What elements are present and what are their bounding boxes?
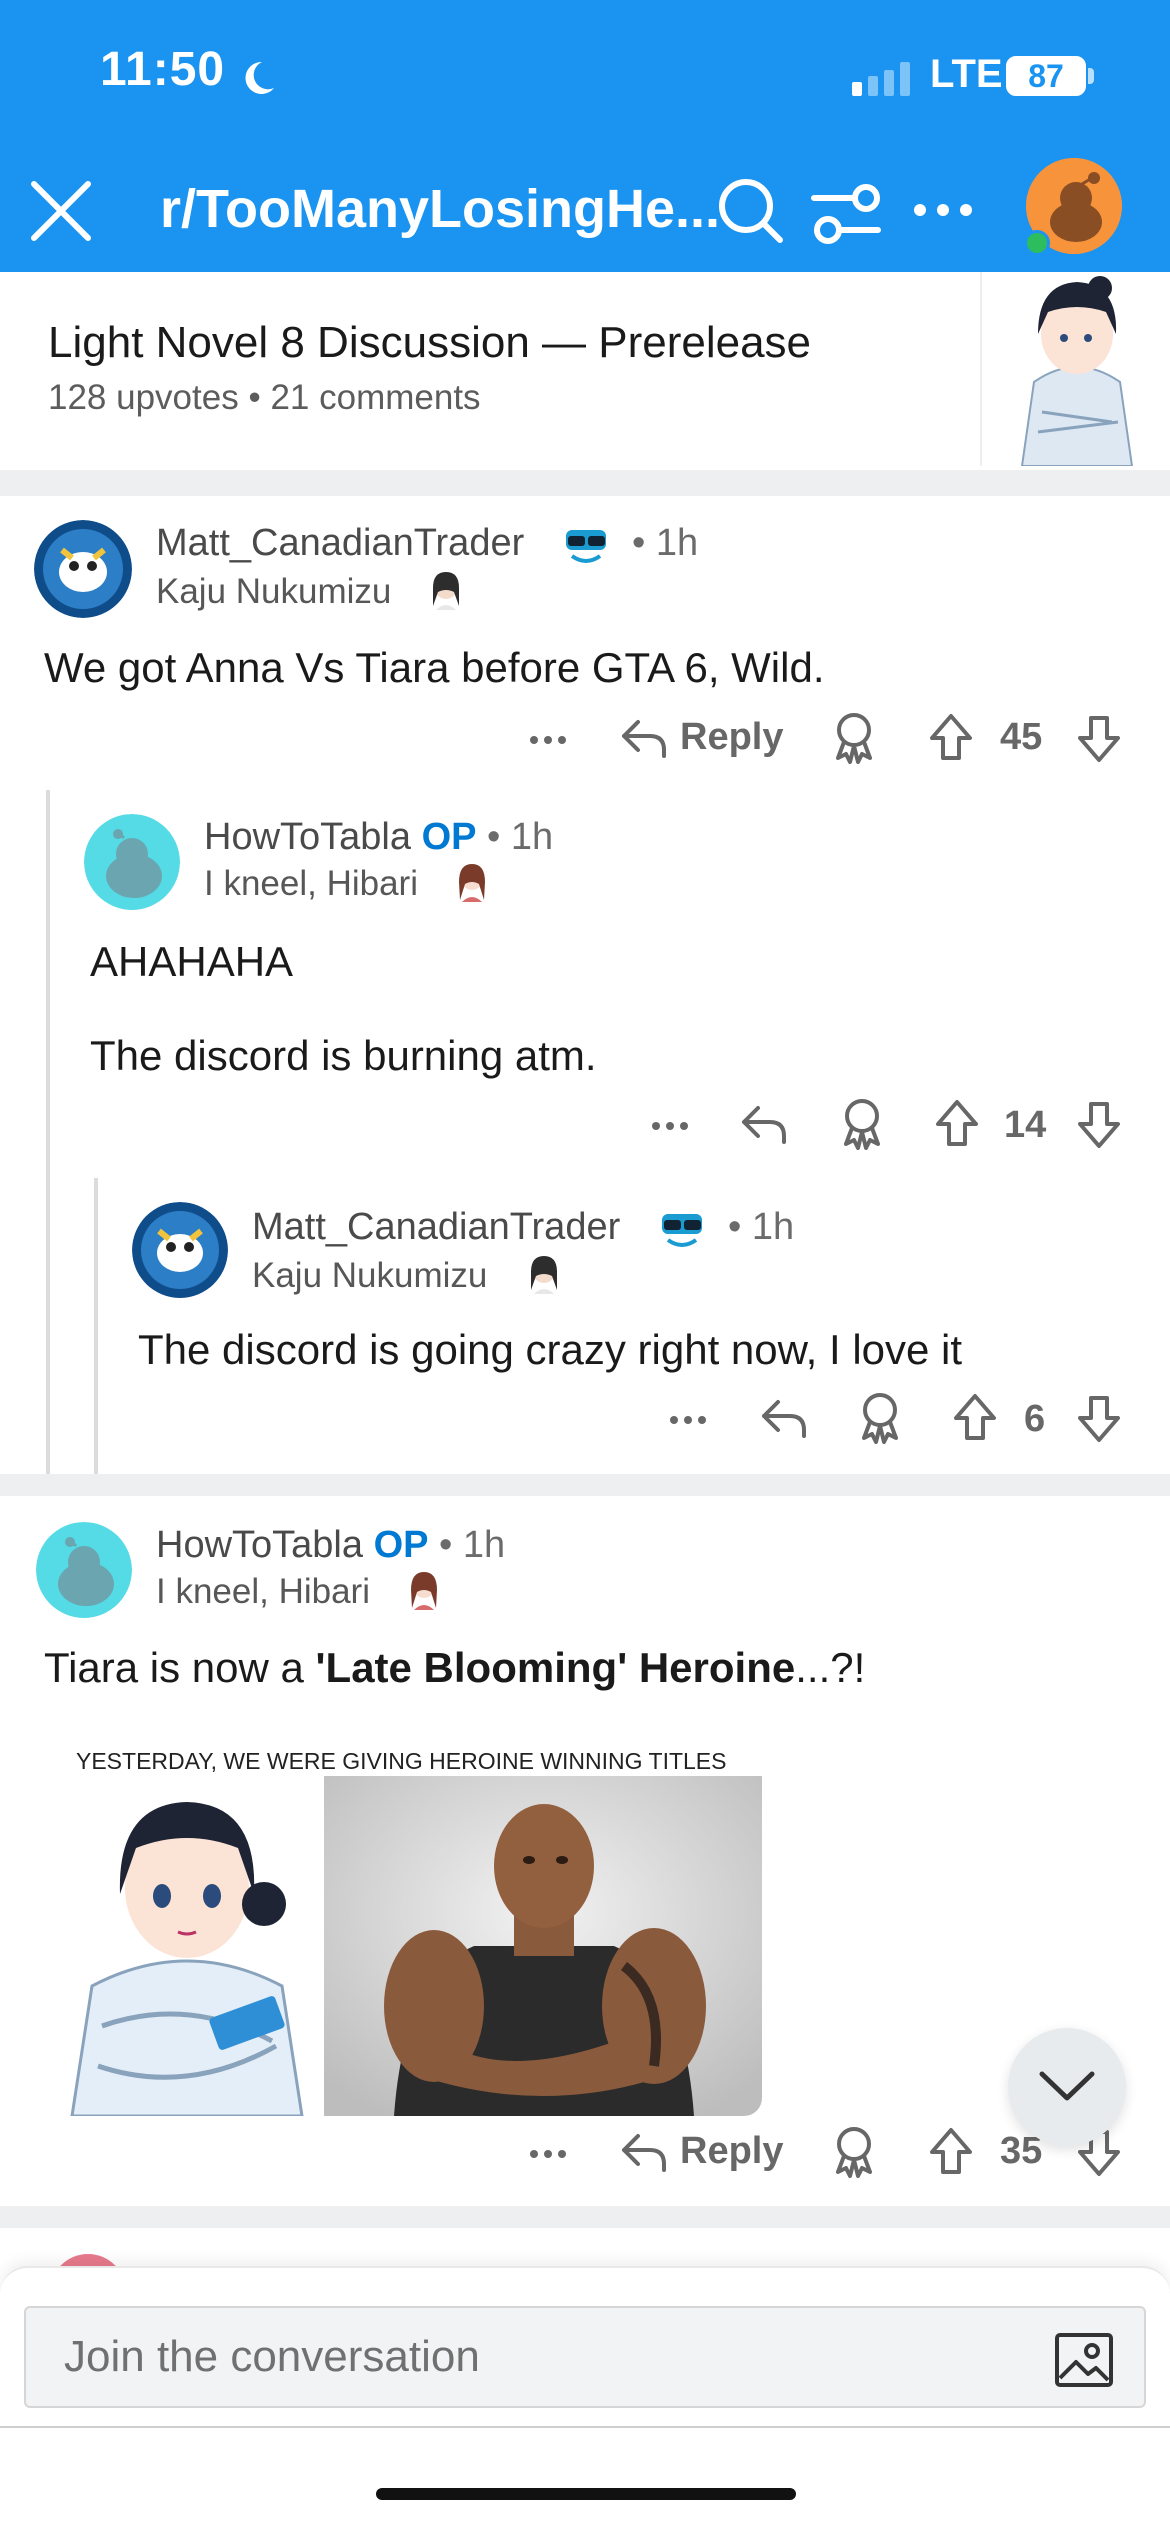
battery-indicator: 87 [1006, 56, 1086, 96]
downvote-icon[interactable] [1076, 1100, 1122, 1150]
chevron-down-icon [1039, 2071, 1095, 2101]
upvote-icon[interactable] [934, 1098, 980, 1148]
upvote-icon[interactable] [952, 1392, 998, 1442]
top-nav-bar: r/TooManyLosingHe... [0, 150, 1170, 272]
comment-body: Tiara is now a 'Late Blooming' Heroine..… [44, 1644, 865, 1692]
downvote-icon[interactable] [1076, 1394, 1122, 1444]
reply-button[interactable]: Reply [680, 716, 783, 759]
battery-tip [1088, 68, 1094, 84]
username-text[interactable]: HowToTabla [156, 1524, 363, 1566]
comment-body-line-2: The discord is burning atm. [90, 1032, 597, 1079]
more-options-icon[interactable] [526, 720, 570, 760]
comment-age: • 1h [439, 1524, 506, 1566]
post-summary[interactable]: Light Novel 8 Discussion — Prerelease 12… [0, 272, 1170, 468]
vote-score: 14 [1004, 1104, 1047, 1146]
vote-score: 6 [1024, 1398, 1046, 1440]
reddit-comments-screen: 11:50 LTE 87 r/TooManyLosingHe... Light … [0, 0, 1170, 2532]
reply-button[interactable]: Reply [680, 2130, 783, 2173]
close-icon[interactable] [28, 178, 94, 244]
commenter-avatar[interactable] [34, 520, 132, 618]
username-text[interactable]: HowToTabla [204, 816, 411, 858]
vote-score: 45 [1000, 716, 1043, 758]
signal-icon [852, 62, 910, 96]
comment-count: 21 comments [270, 378, 481, 417]
comment-username[interactable]: HowToTabla OP • 1h [204, 816, 553, 859]
user-flair: I kneel, Hibari [204, 864, 418, 903]
more-options-icon[interactable] [648, 1106, 692, 1146]
network-type: LTE [930, 52, 1003, 96]
op-badge: OP [373, 1524, 429, 1566]
flair-character-icon [459, 864, 485, 902]
flair-character-icon [531, 1256, 557, 1294]
comment-username[interactable]: HowToTabla OP • 1h [156, 1524, 505, 1567]
user-flair: Kaju Nukumizu [252, 1256, 488, 1295]
status-bar: 11:50 LTE 87 [0, 0, 1170, 150]
reply-arrow-icon[interactable] [620, 716, 668, 760]
comment-body: The discord is going crazy right now, I … [138, 1326, 963, 1373]
user-flair: I kneel, Hibari [156, 1572, 370, 1611]
award-icon[interactable] [832, 2126, 876, 2178]
upvote-count: 128 upvotes [48, 378, 239, 417]
post-title[interactable]: Light Novel 8 Discussion — Prerelease [48, 318, 811, 368]
award-icon[interactable] [832, 712, 876, 764]
award-icon[interactable] [840, 1098, 884, 1150]
search-icon[interactable] [716, 176, 786, 246]
subreddit-title[interactable]: r/TooManyLosingHe... [160, 178, 720, 240]
status-time: 11:50 [100, 43, 226, 96]
comment-body-text: Tiara is now a [44, 1644, 316, 1691]
upvote-icon[interactable] [928, 712, 974, 762]
section-divider [0, 1474, 1170, 1496]
moon-icon [245, 61, 274, 94]
meme-caption: YESTERDAY, WE WERE GIVING HEROINE WINNIN… [76, 1748, 727, 1774]
meme-anime-character [62, 1776, 312, 2116]
online-status-dot [1024, 230, 1050, 256]
thread-line-level-2[interactable] [94, 1178, 98, 1474]
post-thumbnail[interactable] [980, 272, 1170, 466]
upvote-icon[interactable] [928, 2126, 974, 2176]
filter-icon[interactable] [808, 174, 884, 250]
op-badge: OP [421, 816, 477, 858]
comment-body-bold: 'Late Blooming' Heroine [315, 1644, 796, 1691]
commenter-avatar[interactable] [36, 1522, 132, 1618]
more-options-icon[interactable] [666, 1400, 710, 1440]
join-conversation-input[interactable]: Join the conversation [24, 2306, 1146, 2408]
home-indicator[interactable] [376, 2488, 796, 2500]
meta-separator: • [248, 378, 261, 417]
image-icon[interactable] [1054, 2332, 1114, 2388]
thread-line-level-1[interactable] [46, 790, 50, 1474]
comment-age: • 1h [728, 1206, 795, 1248]
comment-body-suffix: ...?! [795, 1644, 866, 1691]
scroll-down-button[interactable] [1008, 2028, 1126, 2146]
section-divider [0, 470, 1170, 496]
sunglasses-avatar-icon [662, 1214, 702, 1247]
commenter-avatar[interactable] [84, 814, 180, 910]
commenter-avatar[interactable] [132, 1202, 228, 1298]
reply-arrow-icon[interactable] [740, 1102, 788, 1146]
composer-divider [0, 2426, 1170, 2428]
sunglasses-avatar-icon [566, 530, 606, 563]
user-flair: Kaju Nukumizu [156, 572, 392, 611]
reply-arrow-icon[interactable] [620, 2130, 668, 2174]
flair-character-icon [411, 1572, 437, 1610]
comment-body: We got Anna Vs Tiara before GTA 6, Wild. [44, 644, 825, 691]
comment-username[interactable]: Matt_CanadianTrader [156, 522, 524, 565]
downvote-icon[interactable] [1076, 714, 1122, 764]
more-options-icon[interactable] [526, 2134, 570, 2174]
comment-username[interactable]: Matt_CanadianTrader [252, 1206, 620, 1249]
meme-man-photo [324, 1776, 762, 2116]
post-meta: 128 upvotes • 21 comments [48, 378, 481, 418]
more-icon[interactable] [910, 180, 976, 240]
section-divider [0, 2206, 1170, 2228]
comment-age: • 1h [632, 522, 699, 564]
reply-arrow-icon[interactable] [760, 1396, 808, 1440]
comment-age: • 1h [487, 816, 554, 858]
flair-character-icon [433, 572, 459, 610]
comment-body-line-1: AHAHAHA [90, 938, 294, 985]
award-icon[interactable] [858, 1392, 902, 1444]
meme-image[interactable]: YESTERDAY, WE WERE GIVING HEROINE WINNIN… [62, 1736, 762, 2116]
